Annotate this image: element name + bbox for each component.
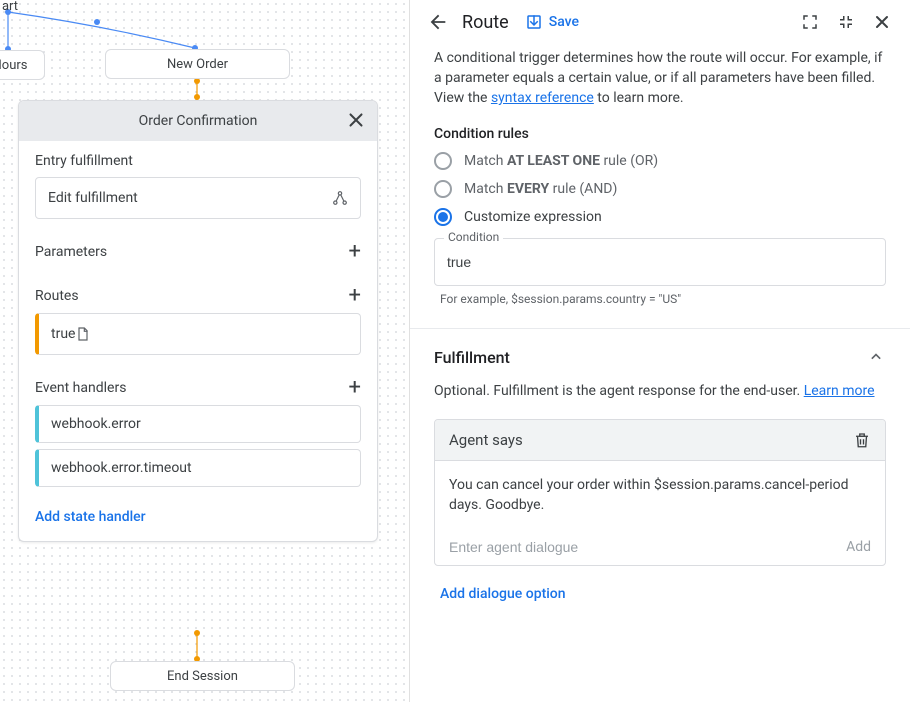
edit-fulfillment-text: Edit fulfillment	[48, 190, 138, 206]
event-handlers-label: Event handlers	[35, 380, 126, 396]
condition-input[interactable]	[434, 238, 886, 286]
flow-canvas[interactable]: art Hours New Order Order Confirmation E…	[0, 0, 410, 702]
close-panel-icon[interactable]	[870, 10, 894, 34]
syntax-reference-link[interactable]: syntax reference	[491, 90, 594, 106]
page-card-header: Order Confirmation	[19, 101, 377, 141]
fulfillment-description: Optional. Fulfillment is the agent respo…	[434, 381, 886, 401]
radio-every[interactable]: Match EVERY rule (AND)	[434, 180, 886, 198]
flow-node-hours[interactable]: Hours	[0, 50, 45, 80]
flow-node-start[interactable]: art	[0, 0, 25, 20]
agent-says-header: Agent says	[435, 420, 885, 461]
condition-field-label: Condition	[444, 230, 503, 244]
radio-unchecked-icon	[434, 152, 452, 170]
radio-at-least-one[interactable]: Match AT LEAST ONE rule (OR)	[434, 152, 886, 170]
fulfillment-section-header[interactable]: Fulfillment	[434, 329, 886, 373]
route-row-label: true	[51, 326, 75, 342]
route-row[interactable]: true	[35, 313, 361, 355]
agent-add-button[interactable]: Add	[846, 539, 871, 555]
page-card-order-confirmation: Order Confirmation Entry fulfillment Edi…	[18, 100, 378, 542]
flow-node-hours-label: Hours	[0, 58, 27, 73]
parameters-label: Parameters	[35, 244, 107, 260]
radio-checked-icon	[434, 208, 452, 226]
flow-node-end-session-label: End Session	[167, 669, 238, 684]
agent-says-card: Agent says You can cancel your order wit…	[434, 419, 886, 566]
flow-node-new-order[interactable]: New Order	[105, 49, 290, 79]
condition-field: Condition	[434, 238, 886, 286]
agent-says-label: Agent says	[449, 431, 523, 449]
entry-fulfillment-label: Entry fulfillment	[35, 153, 133, 169]
add-parameter-button[interactable]: +	[349, 243, 361, 261]
chevron-up-icon[interactable]	[866, 347, 886, 367]
add-dialogue-option-link[interactable]: Add dialogue option	[440, 586, 566, 602]
flow-node-end-session[interactable]: End Session	[110, 661, 295, 691]
add-event-handler-button[interactable]: +	[349, 379, 361, 397]
route-panel: Route Save A conditional trigger determi…	[410, 0, 910, 702]
radio-unchecked-icon	[434, 180, 452, 198]
flow-node-new-order-label: New Order	[167, 57, 228, 72]
event-handler-row[interactable]: webhook.error.timeout	[35, 449, 361, 487]
close-icon[interactable]	[345, 109, 367, 131]
panel-description: A conditional trigger determines how the…	[434, 48, 886, 108]
event-handler-row[interactable]: webhook.error	[35, 405, 361, 443]
condition-rules-heading: Condition rules	[434, 126, 886, 142]
fullscreen-icon[interactable]	[798, 10, 822, 34]
save-button[interactable]: Save	[525, 13, 579, 31]
learn-more-link[interactable]: Learn more	[804, 383, 875, 399]
page-card-title: Order Confirmation	[139, 113, 258, 129]
delete-icon[interactable]	[853, 430, 871, 450]
radio-customize[interactable]: Customize expression	[434, 208, 886, 226]
event-handler-row-label: webhook.error	[51, 416, 141, 432]
agent-dialogue-input[interactable]	[449, 539, 834, 555]
flow-node-start-label: art	[2, 0, 18, 14]
add-state-handler-link[interactable]: Add state handler	[19, 499, 162, 541]
radio-at-least-one-label: Match AT LEAST ONE rule (OR)	[464, 153, 658, 169]
back-icon[interactable]	[426, 10, 450, 34]
edit-fulfillment-field[interactable]: Edit fulfillment	[35, 177, 361, 219]
page-icon	[75, 325, 91, 343]
save-button-label: Save	[549, 14, 579, 30]
event-handler-row-label: webhook.error.timeout	[51, 460, 192, 476]
fulfillment-heading: Fulfillment	[434, 348, 510, 367]
radio-every-label: Match EVERY rule (AND)	[464, 181, 617, 197]
minimize-icon[interactable]	[834, 10, 858, 34]
panel-title: Route	[462, 12, 509, 33]
add-route-button[interactable]: +	[349, 287, 361, 305]
radio-customize-label: Customize expression	[464, 209, 602, 225]
routes-label: Routes	[35, 288, 79, 304]
panel-header: Route Save	[410, 0, 910, 44]
agent-message: You can cancel your order within $sessio…	[449, 475, 871, 515]
graph-icon[interactable]	[332, 190, 348, 206]
condition-hint: For example, $session.params.country = "…	[434, 292, 886, 306]
